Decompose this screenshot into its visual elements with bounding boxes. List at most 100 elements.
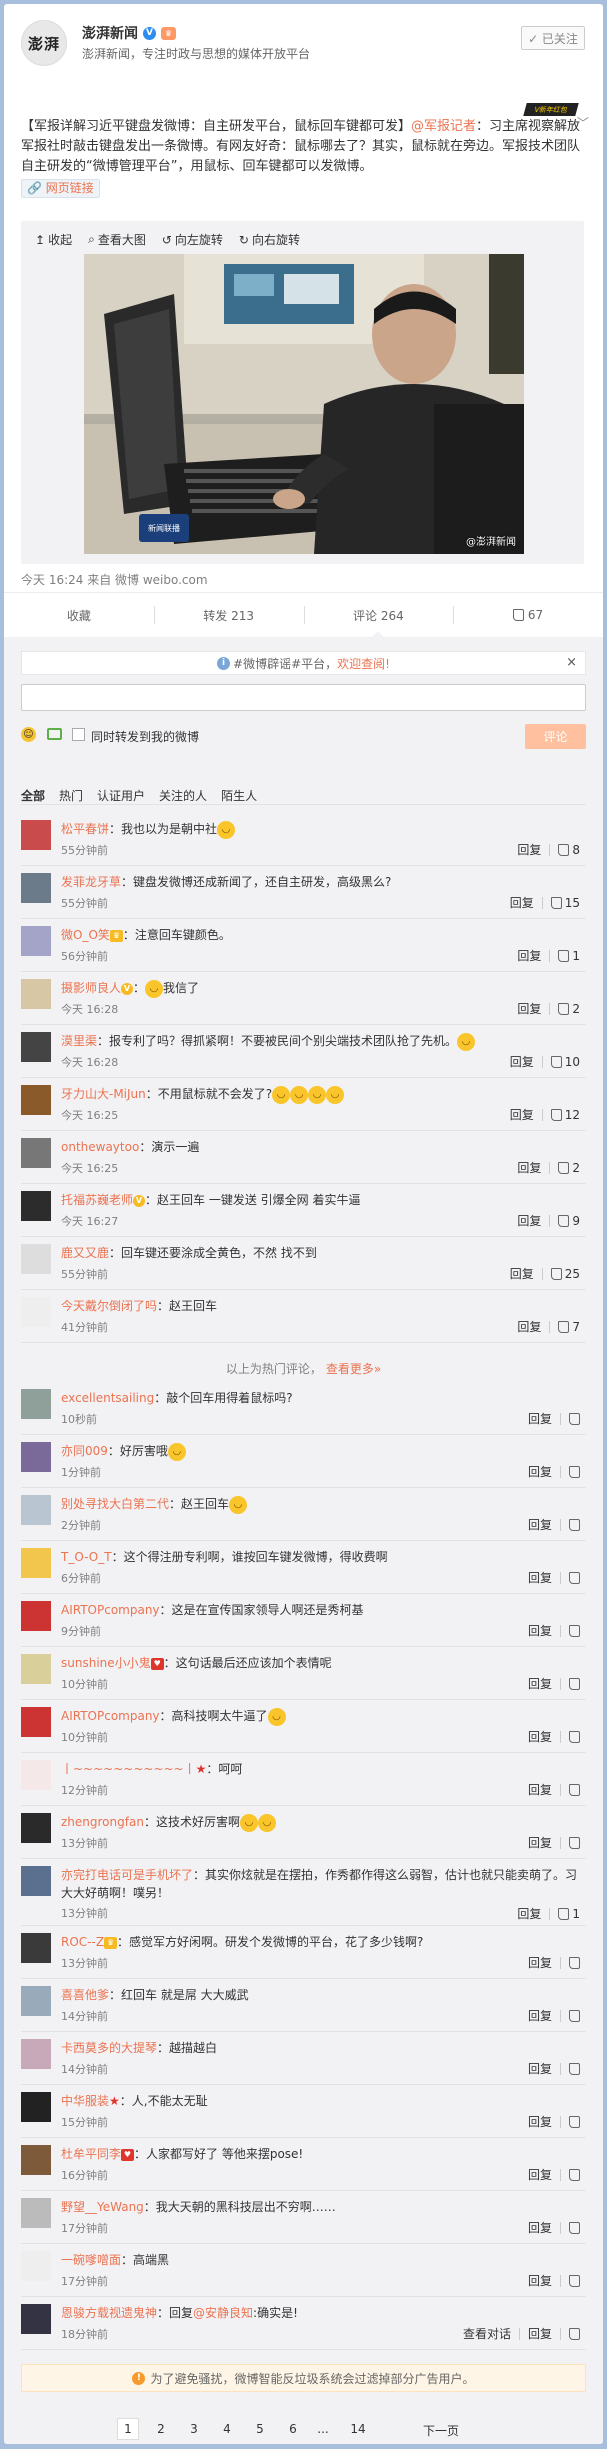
author-avatar[interactable]: 澎湃 [21,20,67,66]
commenter-name[interactable]: ROC--Z [61,1935,104,1949]
post-mention-link[interactable]: @军报记者 [411,119,476,134]
author-name[interactable]: 澎湃新闻 [82,23,138,43]
reply-button[interactable]: 回复 [510,1053,534,1070]
commenter-avatar[interactable] [21,873,51,903]
commenter-name[interactable]: sunshine小小鬼 [61,1656,151,1670]
comment-like-button[interactable]: 15 [550,896,580,910]
commenter-avatar[interactable] [21,2251,51,2281]
comment-like-button[interactable]: 7 [558,1320,580,1334]
commenter-avatar[interactable] [21,1654,51,1684]
commenter-avatar[interactable] [21,2304,51,2334]
comment-like-button[interactable]: 12 [550,1108,580,1122]
reply-button[interactable]: 回复 [528,1410,552,1427]
reply-button[interactable]: 回复 [517,1318,541,1335]
comment-like-button[interactable] [569,2327,580,2340]
collect-button[interactable]: 收藏 [4,593,154,637]
reply-button[interactable]: 回复 [528,1516,552,1533]
reply-button[interactable]: 回复 [528,1463,552,1480]
comment-like-button[interactable] [569,1956,580,1969]
filter-following[interactable]: 关注的人 [159,787,221,804]
comment-like-button[interactable] [569,1624,580,1637]
reply-button[interactable]: 回复 [528,2325,552,2342]
commenter-avatar[interactable] [21,1495,51,1525]
reply-button[interactable]: 回复 [528,2272,552,2289]
comment-like-button[interactable] [569,1677,580,1690]
reply-button[interactable]: 回复 [510,1106,534,1123]
repost-button[interactable]: 转发 213 [153,593,304,637]
commenter-avatar[interactable] [21,1191,51,1221]
commenter-avatar[interactable] [21,1085,51,1115]
page-5[interactable]: 5 [249,2418,271,2440]
comment-like-button[interactable] [569,1836,580,1849]
reply-button[interactable]: 回复 [528,2007,552,2024]
rotate-right-button[interactable]: ↻ 向右旋转 [239,231,300,248]
reply-button[interactable]: 回复 [528,1834,552,1851]
reply-button[interactable]: 回复 [528,1622,552,1639]
reply-button[interactable]: 回复 [510,1265,534,1282]
commenter-name[interactable]: 鹿又又鹿 [61,1246,109,1260]
commenter-avatar[interactable] [21,2092,51,2122]
reply-button[interactable]: 回复 [517,1000,541,1017]
commenter-name[interactable]: 杜牟平同李 [61,2147,121,2161]
comment-like-button[interactable]: 2 [558,1002,580,1016]
comment-like-button[interactable] [569,1518,580,1531]
page-2[interactable]: 2 [150,2418,172,2440]
commenter-name[interactable]: T_O-O_T [61,1550,112,1564]
comment-like-button[interactable] [569,1783,580,1796]
post-photo[interactable]: 新闻联播 @澎湃新闻 [84,254,524,554]
commenter-avatar[interactable] [21,1933,51,1963]
commenter-name[interactable]: excellentsailing [61,1391,154,1405]
comment-button[interactable]: 评论 264 [303,593,454,637]
page-3[interactable]: 3 [183,2418,205,2440]
comment-like-button[interactable]: 25 [550,1267,580,1281]
comment-like-button[interactable] [569,1571,580,1584]
commenter-name[interactable]: 微O_O笑 [61,928,110,942]
comment-like-button[interactable]: 1 [558,1907,580,1921]
reply-button[interactable]: 回复 [528,2060,552,2077]
commenter-avatar[interactable] [21,2198,51,2228]
page-4[interactable]: 4 [216,2418,238,2440]
comment-like-button[interactable] [569,2168,580,2181]
commenter-name[interactable]: 今天戴尔倒闭了吗 [61,1299,157,1313]
view-conversation-link[interactable]: 查看对话 [463,2325,511,2342]
commenter-name[interactable]: 喜喜他爹 [61,1988,109,2002]
image-icon[interactable] [47,728,62,740]
next-page-link[interactable]: 下一页 [423,2422,459,2439]
commenter-avatar[interactable] [21,1138,51,1168]
followed-button[interactable]: ✓ 已关注 [521,26,585,50]
emoji-icon[interactable]: ☺ [21,727,36,742]
commenter-name[interactable]: 卡西莫多的大提琴 [61,2041,157,2055]
view-more-link[interactable]: 查看更多» [326,1360,381,1377]
commenter-avatar[interactable] [21,1389,51,1419]
reply-button[interactable]: 回复 [517,1905,541,1922]
commenter-name[interactable]: 别处寻找大白第二代 [61,1497,169,1511]
comment-like-button[interactable] [569,1465,580,1478]
comment-input[interactable] [21,684,586,711]
commenter-avatar[interactable] [21,1760,51,1790]
commenter-avatar[interactable] [21,1442,51,1472]
reply-button[interactable]: 回复 [510,894,534,911]
commenter-name[interactable]: 亦完打电话可是手机坏了 [61,1868,193,1882]
page-1[interactable]: 1 [117,2418,139,2440]
reply-button[interactable]: 回复 [528,1954,552,1971]
commenter-name[interactable]: 摄影师良人 [61,981,121,995]
page-6[interactable]: 6 [282,2418,304,2440]
commenter-avatar[interactable] [21,1986,51,2016]
reply-button[interactable]: 回复 [517,841,541,858]
filter-hot[interactable]: 热门 [59,787,97,804]
comment-like-button[interactable]: 1 [558,949,580,963]
comment-like-button[interactable] [569,2274,580,2287]
commenter-name[interactable]: 丨~~~~~~~~~~~丨 [61,1762,196,1776]
comment-like-button[interactable] [569,2062,580,2075]
reply-button[interactable]: 回复 [528,2113,552,2130]
reply-button[interactable]: 回复 [517,1212,541,1229]
commenter-avatar[interactable] [21,2145,51,2175]
comment-like-button[interactable] [569,2221,580,2234]
commenter-name[interactable]: 中华服装 [61,2094,109,2108]
reply-button[interactable]: 回复 [517,1159,541,1176]
comment-like-button[interactable] [569,1412,580,1425]
commenter-avatar[interactable] [21,1813,51,1843]
commenter-name[interactable]: 漠里渠 [61,1034,97,1048]
commenter-avatar[interactable] [21,926,51,956]
commenter-name[interactable]: 亦同009 [61,1444,108,1458]
